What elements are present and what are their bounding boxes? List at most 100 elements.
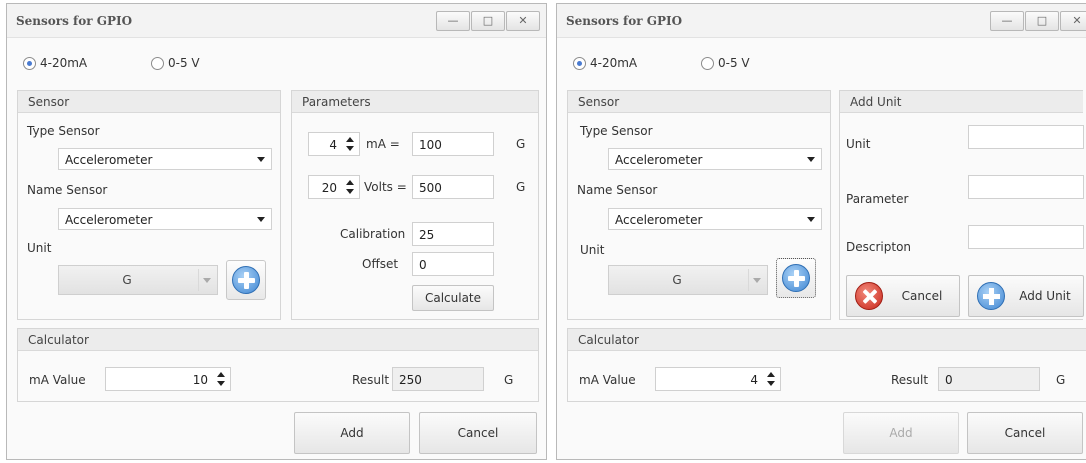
unit-select[interactable]: G [58, 265, 218, 295]
volts-result-input[interactable]: 500 [412, 175, 494, 199]
cancel-button[interactable]: Cancel [967, 412, 1083, 454]
cancel-unit-button[interactable]: Cancel [846, 275, 960, 317]
add-button-label: Add [340, 426, 364, 440]
add-button[interactable]: Add [294, 412, 410, 454]
radio-selected-icon [573, 56, 586, 70]
add-button[interactable]: Add [843, 412, 959, 454]
add-unit-group-heading: Add Unit [840, 91, 1083, 113]
minimize-button[interactable]: — [990, 11, 1024, 31]
sensor-group-heading: Sensor [18, 91, 280, 113]
sensors-window-right: Sensors for GPIO — □ ✕ 4-20mA 0-5 V Sens… [556, 3, 1086, 460]
name-sensor-select[interactable]: Accelerometer [608, 208, 822, 230]
calculator-group: Calculator mA Value 10 Result 250 G [17, 328, 539, 402]
ma-max-stepper[interactable]: 20 [308, 175, 360, 199]
maximize-button[interactable]: □ [471, 11, 505, 31]
ma-equals-label: mA = [366, 137, 400, 151]
radio-4-20ma[interactable]: 4-20mA [23, 56, 87, 70]
type-sensor-label: Type Sensor [580, 124, 653, 138]
type-sensor-select[interactable]: Accelerometer [608, 148, 822, 170]
new-unit-input[interactable] [968, 125, 1084, 149]
sensor-group: Sensor Type Sensor Accelerometer Name Se… [17, 90, 281, 320]
description-input[interactable] [968, 225, 1084, 249]
unit-value: G [672, 273, 682, 287]
add-circle-icon [782, 264, 810, 292]
calculator-group-heading: Calculator [568, 329, 1086, 351]
ma-value-stepper[interactable]: 10 [105, 367, 231, 391]
add-unit-button[interactable]: Add Unit [968, 275, 1084, 317]
ma-result-input[interactable]: 100 [412, 132, 494, 156]
unit-label: Unit [580, 243, 605, 257]
calculate-button[interactable]: Calculate [412, 285, 494, 311]
sensor-group: Sensor Type Sensor Accelerometer Name Se… [567, 90, 831, 320]
type-sensor-select[interactable]: Accelerometer [58, 148, 272, 170]
radio-selected-icon [23, 56, 36, 70]
parameter-input[interactable] [968, 175, 1084, 199]
window-controls: — □ ✕ [989, 11, 1086, 31]
unit-dropdown-button[interactable] [198, 269, 214, 291]
offset-label: Offset [362, 257, 399, 271]
ma-max-value: 20 [321, 181, 337, 195]
cancel-circle-icon [855, 282, 883, 310]
name-sensor-select[interactable]: Accelerometer [58, 208, 272, 230]
calculate-button-label: Calculate [424, 291, 482, 305]
calculator-group-heading: Calculator [18, 329, 538, 351]
volts-equals-label: Volts = [364, 180, 407, 194]
cancel-button-label: Cancel [1004, 426, 1046, 440]
add-button-label: Add [889, 426, 913, 440]
radio-4-20ma-label: 4-20mA [590, 56, 638, 70]
close-button[interactable]: ✕ [506, 11, 540, 31]
chevron-down-icon [807, 157, 815, 162]
close-button[interactable]: ✕ [1060, 11, 1086, 31]
radio-0-5v-label: 0-5 V [168, 56, 200, 70]
ma-min-value: 4 [329, 138, 337, 152]
ma-value: 10 [192, 373, 208, 387]
offset-input[interactable]: 0 [412, 252, 494, 276]
ma-value-stepper[interactable]: 4 [655, 367, 781, 391]
result-value: 250 [399, 373, 422, 387]
volts-result-value: 500 [419, 181, 442, 195]
radio-0-5v[interactable]: 0-5 V [151, 56, 200, 70]
spin-arrows-icon[interactable] [216, 371, 226, 387]
name-sensor-label: Name Sensor [577, 183, 658, 197]
spin-arrows-icon[interactable] [345, 136, 355, 152]
calibration-input[interactable]: 25 [412, 222, 494, 246]
parameter-label: Parameter [846, 192, 909, 206]
unit-label: Unit [27, 241, 52, 255]
window-title: Sensors for GPIO [16, 14, 133, 28]
window-title: Sensors for GPIO [566, 14, 683, 28]
calibration-label: Calibration [340, 227, 406, 241]
minimize-button[interactable]: — [436, 11, 470, 31]
spin-arrows-icon[interactable] [345, 179, 355, 195]
name-sensor-value: Accelerometer [65, 213, 153, 227]
unit-dropdown-button[interactable] [748, 269, 764, 291]
radio-4-20ma[interactable]: 4-20mA [573, 56, 637, 70]
chevron-down-icon [257, 157, 265, 162]
chevron-down-icon [753, 278, 761, 283]
minimize-icon: — [1001, 14, 1013, 27]
add-circle-icon [977, 282, 1005, 310]
chevron-down-icon [203, 278, 211, 283]
radio-0-5v-label: 0-5 V [718, 56, 750, 70]
parameters-group-heading: Parameters [292, 91, 538, 113]
maximize-button[interactable]: □ [1025, 11, 1059, 31]
result-unit-label: G [1056, 373, 1066, 387]
close-icon: ✕ [1072, 14, 1082, 27]
add-unit-icon-button[interactable] [226, 260, 266, 300]
window-controls: — □ ✕ [435, 11, 540, 31]
result-field: 250 [392, 367, 484, 391]
calculator-group: Calculator mA Value 4 Result 0 G [567, 328, 1086, 402]
new-unit-label: Unit [846, 137, 871, 151]
maximize-icon: □ [1036, 14, 1048, 27]
name-sensor-value: Accelerometer [615, 213, 703, 227]
sensor-group-heading: Sensor [568, 91, 830, 113]
radio-0-5v[interactable]: 0-5 V [701, 56, 750, 70]
add-unit-icon-button[interactable] [776, 258, 816, 298]
radio-unselected-icon [701, 56, 714, 70]
spin-arrows-icon[interactable] [766, 371, 776, 387]
result-label: Result [352, 373, 390, 387]
cancel-button[interactable]: Cancel [419, 412, 537, 454]
chevron-down-icon [807, 217, 815, 222]
unit-select[interactable]: G [608, 265, 768, 295]
ma-min-stepper[interactable]: 4 [308, 132, 360, 156]
offset-value: 0 [419, 258, 427, 272]
